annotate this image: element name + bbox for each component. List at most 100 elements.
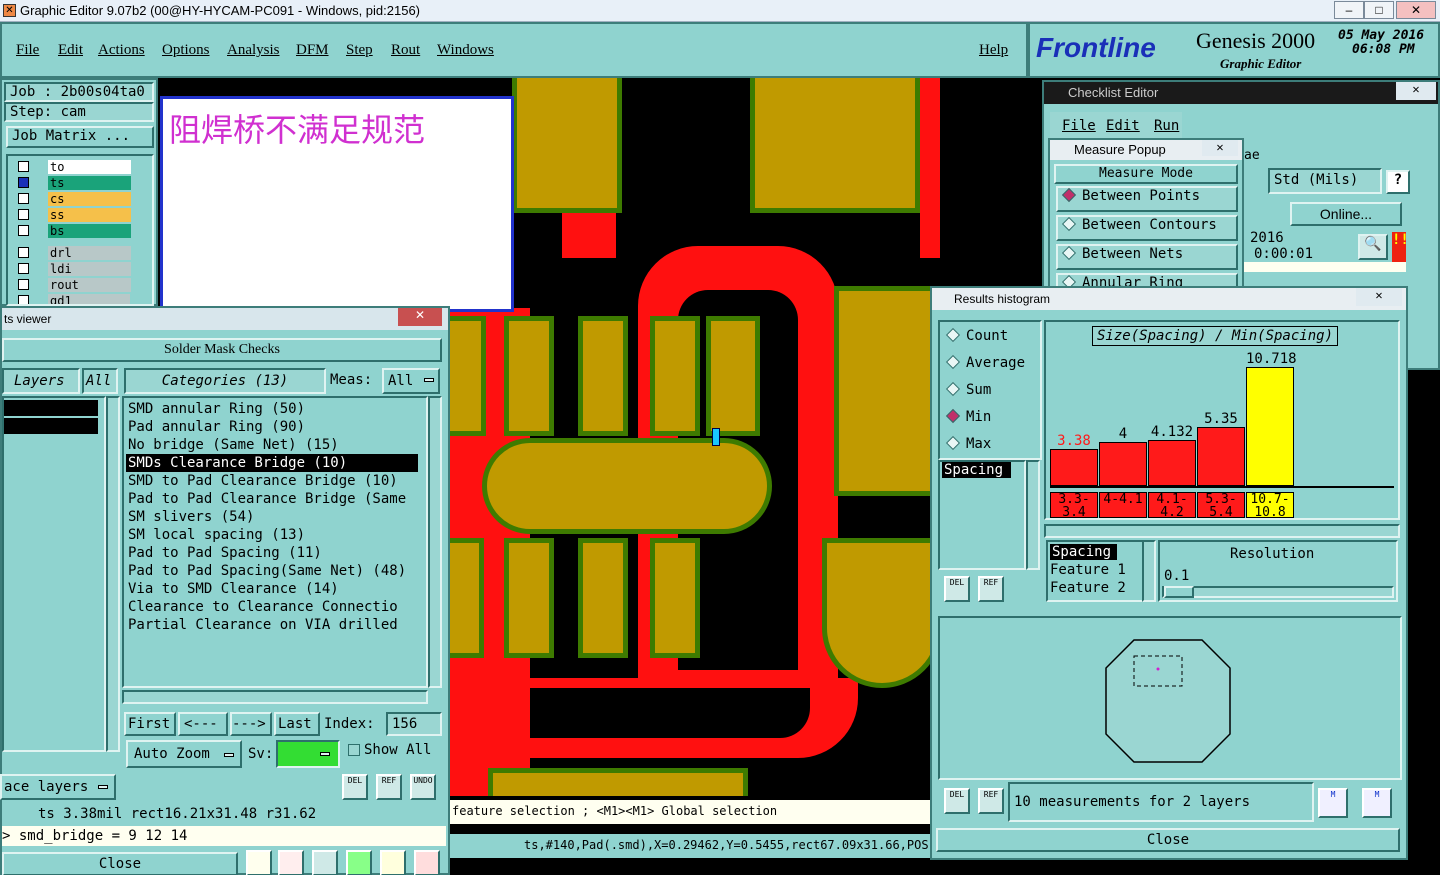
fields-list[interactable]: Spacing Feature 1 Feature 2 [1046,540,1146,602]
auto-zoom-dropdown[interactable]: Auto Zoom [126,740,242,768]
maximize-button[interactable]: □ [1364,1,1394,19]
results-ref-button[interactable]: REF [978,576,1004,602]
category-item[interactable]: No bridge (Same Net) (15) [128,436,339,454]
close-window-button[interactable]: ✕ [1396,1,1436,19]
layer-checkbox[interactable] [18,295,29,304]
last-button[interactable]: Last [274,712,320,736]
first-button[interactable]: First [124,712,176,736]
histogram-bar[interactable] [1197,427,1245,486]
menu-dfm[interactable]: DFM [296,42,329,59]
online-button[interactable]: Online... [1290,202,1402,226]
del-button[interactable]: DEL [342,774,368,800]
prev-measure-icon[interactable]: M [1318,788,1348,818]
zoom-search-icon[interactable]: 🔍 [1358,234,1388,260]
measure-option-between-nets[interactable]: Between Nets [1056,244,1238,270]
category-item[interactable]: Pad annular Ring (90) [128,418,305,436]
face-layers-dropdown[interactable]: ace layers [0,774,116,800]
toolbar-icon-2[interactable] [278,850,304,875]
layer-row-to[interactable]: to [14,160,131,174]
checklist-menu-run[interactable]: Run [1154,118,1179,134]
layer-checkbox[interactable] [18,247,29,258]
menu-actions[interactable]: Actions [98,42,145,59]
layer-row-cs[interactable]: cs [14,192,131,206]
layer-checkbox[interactable] [18,263,29,274]
fields-scrollbar[interactable] [1142,540,1156,602]
slider-handle[interactable] [1164,586,1194,598]
field-feature-2[interactable]: Feature 2 [1050,580,1126,596]
toolbar-icon-3[interactable] [312,850,338,875]
stat-max[interactable]: Max [945,435,991,452]
menu-edit[interactable]: Edit [58,42,83,59]
meas-dropdown[interactable]: All [382,368,440,394]
stat-min[interactable]: Min [945,408,991,425]
measure-type-item[interactable]: Spacing [942,462,1012,478]
category-item[interactable]: Pad to Pad Spacing(Same Net) (48) [128,562,406,580]
chart-hscroll[interactable] [1044,524,1400,538]
layer-checkbox[interactable] [18,225,29,236]
help-question-icon[interactable]: ? [1386,170,1410,194]
next-button[interactable]: ---> [230,712,272,736]
checklist-menu-edit[interactable]: Edit [1106,118,1140,134]
layer-row-ts[interactable]: ts [14,176,131,190]
category-item[interactable]: Clearance to Clearance Connectio [128,598,398,616]
prev-button[interactable]: <--- [178,712,228,736]
minimize-button[interactable]: – [1334,1,1364,19]
histogram-bar[interactable] [1050,449,1098,486]
category-item[interactable]: SMD annular Ring (50) [128,400,305,418]
toolbar-icon-5[interactable] [380,850,406,875]
menu-rout[interactable]: Rout [391,42,420,59]
show-all-checkbox[interactable] [348,744,360,756]
menu-analysis[interactable]: Analysis [227,42,280,59]
menu-options[interactable]: Options [162,42,210,59]
toolbar-icon-6[interactable] [414,850,440,875]
stat-average[interactable]: Average [945,354,1025,371]
layer-checkbox[interactable] [18,161,29,172]
layers-scrollbar[interactable] [106,396,120,752]
preview-ref-button[interactable]: REF [978,788,1004,814]
menu-step[interactable]: Step [346,42,373,59]
results-close-button[interactable]: Close [936,828,1400,852]
measure-close-button[interactable]: ✕ [1202,140,1238,156]
measure-type-scrollbar[interactable] [1026,460,1040,570]
undo-button[interactable]: UNDO [410,774,436,800]
layer-checkbox[interactable] [18,279,29,290]
category-item[interactable]: SM slivers (54) [128,508,254,526]
layer-row-gd1[interactable]: gd1 [14,294,130,304]
index-input[interactable]: 156 [386,712,442,736]
field-spacing[interactable]: Spacing [1050,544,1118,560]
menu-help[interactable]: Help [979,42,1008,59]
menu-windows[interactable]: Windows [437,42,494,59]
viewer-close-bottom-button[interactable]: Close [2,852,238,875]
ref-button[interactable]: REF [376,774,402,800]
stat-count[interactable]: Count [945,327,1008,344]
category-item[interactable]: SMDs Clearance Bridge (10) [126,454,418,472]
category-item[interactable]: SM local spacing (13) [128,526,305,544]
next-measure-icon[interactable]: M [1362,788,1392,818]
categories-vscroll[interactable] [428,396,442,688]
histogram-bar[interactable] [1148,440,1196,486]
layer-row-ldi[interactable]: ldi [14,262,131,276]
resolution-slider[interactable] [1162,586,1394,598]
layer-row-drl[interactable]: drl [14,246,131,260]
preview-del-button[interactable]: DEL [944,788,970,814]
category-item[interactable]: Partial Clearance on VIA drilled [128,616,398,634]
layers-all-button[interactable]: All [82,368,118,394]
layer-row-ss[interactable]: ss [14,208,131,222]
results-close-x-button[interactable]: ✕ [1356,288,1402,306]
layer-row-bs[interactable]: bs [14,224,131,238]
measure-type-list[interactable]: Spacing [938,460,1026,570]
category-item[interactable]: Via to SMD Clearance (14) [128,580,339,598]
toolbar-icon-1[interactable] [246,850,272,875]
layer-row-rout[interactable]: rout [14,278,131,292]
layer-checkbox[interactable] [18,209,29,220]
category-item[interactable]: SMD to Pad Clearance Bridge (10) [128,472,398,490]
alert-icon[interactable]: !! [1392,232,1409,262]
layers-tab[interactable]: Layers [2,368,80,394]
categories-tab[interactable]: Categories (13) [124,368,326,394]
histogram-bar[interactable] [1246,367,1294,486]
stat-sum[interactable]: Sum [945,381,991,398]
menu-file[interactable]: File [16,42,39,59]
layers-list[interactable] [2,396,106,752]
field-feature-1[interactable]: Feature 1 [1050,562,1126,578]
measure-option-between-contours[interactable]: Between Contours [1056,215,1238,241]
